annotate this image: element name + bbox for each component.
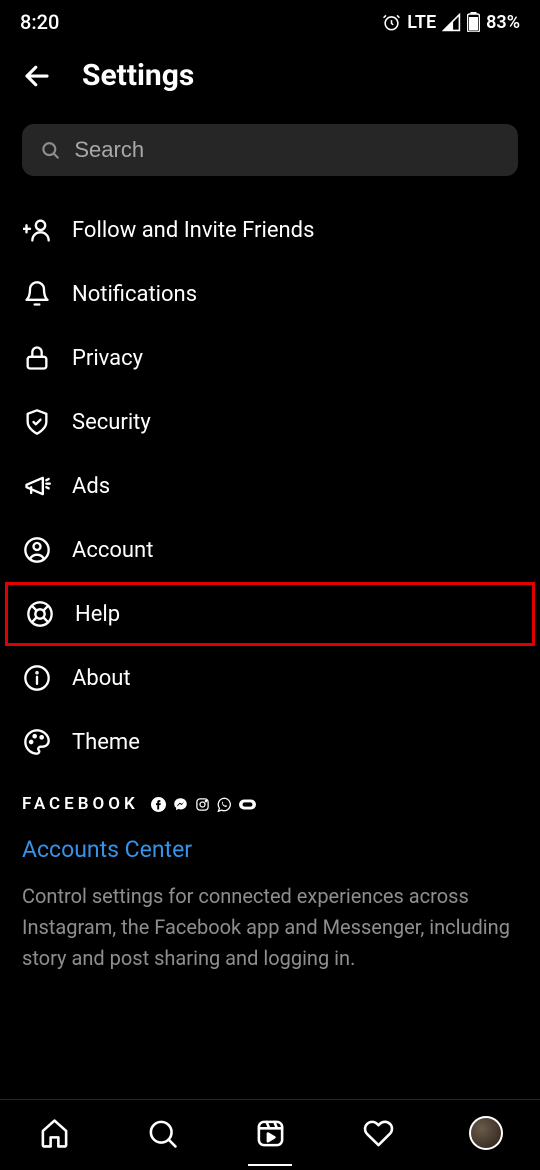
signal-icon xyxy=(442,13,461,32)
menu-label: Ads xyxy=(72,474,110,499)
menu-label: Security xyxy=(72,410,151,435)
menu-label: Follow and Invite Friends xyxy=(72,218,314,243)
facebook-section: FACEBOOK xyxy=(0,774,540,814)
facebook-label: FACEBOOK xyxy=(22,794,139,814)
facebook-app-icons xyxy=(151,797,256,812)
bell-icon xyxy=(22,280,52,308)
whatsapp-icon xyxy=(217,797,232,812)
palette-icon xyxy=(22,728,52,756)
battery-icon xyxy=(467,12,480,32)
user-circle-icon xyxy=(22,536,52,564)
status-time: 8:20 xyxy=(20,10,59,34)
menu-item-security[interactable]: Security xyxy=(0,390,540,454)
megaphone-icon xyxy=(22,472,52,500)
menu-label: Theme xyxy=(72,730,140,755)
menu-item-about[interactable]: About xyxy=(0,646,540,710)
heart-icon xyxy=(363,1118,394,1149)
nav-home[interactable] xyxy=(35,1114,73,1152)
menu-label: Help xyxy=(75,602,120,627)
status-right: LTE 83% xyxy=(382,12,520,33)
nav-profile[interactable] xyxy=(467,1114,505,1152)
oculus-icon xyxy=(239,799,256,810)
messenger-icon xyxy=(173,797,188,812)
settings-menu: Follow and Invite Friends Notifications … xyxy=(0,198,540,774)
reels-icon xyxy=(255,1118,286,1149)
avatar-icon xyxy=(469,1116,503,1150)
search-icon xyxy=(40,139,60,161)
page-title: Settings xyxy=(82,58,194,93)
bottom-nav xyxy=(0,1099,540,1170)
nav-activity[interactable] xyxy=(359,1114,397,1152)
menu-item-theme[interactable]: Theme xyxy=(0,710,540,774)
menu-item-ads[interactable]: Ads xyxy=(0,454,540,518)
menu-label: About xyxy=(72,666,131,691)
lifebuoy-icon xyxy=(25,600,55,628)
search-box[interactable] xyxy=(22,124,518,176)
menu-label: Account xyxy=(72,538,153,563)
menu-item-privacy[interactable]: Privacy xyxy=(0,326,540,390)
menu-label: Notifications xyxy=(72,282,197,307)
facebook-icon xyxy=(151,797,166,812)
nav-search[interactable] xyxy=(143,1114,181,1152)
lock-icon xyxy=(22,344,52,372)
info-icon xyxy=(22,664,52,692)
search-icon xyxy=(147,1118,178,1149)
status-network: LTE xyxy=(407,12,436,33)
menu-item-help[interactable]: Help xyxy=(5,582,535,646)
back-icon[interactable] xyxy=(22,61,52,91)
menu-item-notifications[interactable]: Notifications xyxy=(0,262,540,326)
alarm-icon xyxy=(382,13,401,32)
nav-active-indicator xyxy=(248,1164,292,1166)
instagram-icon xyxy=(195,797,210,812)
search-input[interactable] xyxy=(74,137,500,163)
status-bar: 8:20 LTE 83% xyxy=(0,0,540,40)
nav-reels[interactable] xyxy=(251,1114,289,1152)
add-person-icon xyxy=(22,216,52,244)
menu-item-follow[interactable]: Follow and Invite Friends xyxy=(0,198,540,262)
shield-icon xyxy=(22,408,52,436)
home-icon xyxy=(39,1118,70,1149)
menu-label: Privacy xyxy=(72,346,143,371)
status-battery: 83% xyxy=(486,12,520,33)
menu-item-account[interactable]: Account xyxy=(0,518,540,582)
header: Settings xyxy=(0,40,540,118)
accounts-center-link[interactable]: Accounts Center xyxy=(0,814,540,863)
accounts-center-description: Control settings for connected experienc… xyxy=(0,863,540,974)
